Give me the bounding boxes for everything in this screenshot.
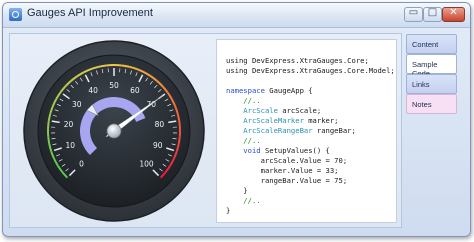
code-token: ArcScale — [226, 106, 278, 115]
sample-code-panel: using DevExpress.XtraGauges.Core; using D… — [216, 39, 397, 223]
tick-label: 60 — [130, 86, 140, 95]
code-line: namespace GaugeApp { — [226, 86, 396, 96]
code-token: SetupValues() { — [260, 146, 330, 155]
code-token: arcScale; — [277, 106, 322, 115]
tick-label: 80 — [155, 120, 165, 129]
code-token: using DevExpress.XtraGauges.Core; — [226, 56, 369, 65]
code-token: //.. — [226, 96, 261, 105]
minimize-button[interactable]: ▭ — [404, 7, 423, 22]
tick-label: 90 — [153, 141, 163, 150]
tick-label: 0 — [79, 160, 84, 169]
content-area: 0102030405060708090100 using DevExpress.… — [9, 33, 402, 228]
app-icon — [9, 8, 22, 21]
tick-label: 40 — [88, 86, 98, 95]
minor-tick — [172, 138, 177, 140]
code-line: //.. — [226, 136, 396, 146]
close-icon: ✕ — [449, 7, 458, 18]
code-token: } — [226, 186, 248, 195]
code-line: } — [226, 186, 396, 196]
circular-gauge: 0102030405060708090100 — [23, 40, 205, 222]
gauge-hub — [106, 123, 122, 139]
code-token: using DevExpress.XtraGauges.Core.Model; — [226, 66, 395, 75]
color-arc-segment — [178, 120, 181, 129]
code-line: void SetupValues() { — [226, 146, 396, 156]
minimize-icon: ▭ — [408, 7, 419, 18]
code-token: ArcScaleMarker — [226, 116, 304, 125]
code-token: rangeBar; — [312, 126, 356, 135]
tick-label: 50 — [109, 81, 119, 90]
title-bar[interactable]: Gauges API Improvement ▭ □ ✕ — [3, 3, 470, 28]
nav-item-sample-code[interactable]: Sample Code — [406, 54, 457, 78]
code-line: arcScale.Value = 70; — [226, 156, 396, 166]
nav-item-links[interactable]: Links — [406, 74, 457, 94]
code-token: //.. — [226, 196, 261, 205]
code-line: ArcScaleRangeBar rangeBar; — [226, 126, 396, 136]
code-token: marker; — [303, 116, 339, 125]
nav-item-notes[interactable]: Notes — [406, 94, 457, 114]
color-arc-segment — [47, 136, 51, 145]
tick-label: 20 — [64, 120, 74, 129]
code-token: GaugeApp { — [264, 86, 313, 95]
tick-label: 30 — [72, 100, 82, 109]
code-token: } — [226, 206, 231, 215]
app-window: Gauges API Improvement ▭ □ ✕ 0 10 20 30 … — [2, 2, 471, 237]
code-line: } — [226, 206, 396, 216]
code-token: void — [226, 146, 261, 155]
window-title: Gauges API Improvement — [27, 7, 153, 19]
code-line: ArcScaleMarker marker; — [226, 116, 396, 126]
code-token: marker.Value = 33; — [226, 166, 339, 175]
code-line: marker.Value = 33; — [226, 166, 396, 176]
color-arc-segment — [47, 120, 50, 129]
code-line: using DevExpress.XtraGauges.Core.Model; — [226, 66, 396, 76]
code-token: //.. — [226, 136, 261, 145]
code-line: using DevExpress.XtraGauges.Core; — [226, 56, 396, 66]
nav-item-content[interactable]: Content — [406, 34, 457, 54]
tick-label: 100 — [139, 160, 154, 169]
code-line: //.. — [226, 96, 396, 106]
minor-tick — [51, 138, 56, 140]
code-line: //.. — [226, 196, 396, 206]
code-token: namespace — [226, 86, 265, 95]
code-token: ArcScaleRangeBar — [226, 126, 313, 135]
tick-label: 10 — [65, 141, 75, 150]
code-token: arcScale.Value = 70; — [226, 156, 348, 165]
code-token: rangeBar.Value = 75; — [226, 176, 348, 185]
gauge-panel: 0102030405060708090100 — [19, 39, 209, 224]
close-button[interactable]: ✕ — [442, 7, 465, 22]
color-arc-segment — [177, 136, 181, 145]
code-line: rangeBar.Value = 75; — [226, 176, 396, 186]
maximize-button[interactable]: □ — [423, 7, 442, 22]
code-line: ArcScale arcScale; — [226, 106, 396, 116]
maximize-icon: □ — [427, 7, 438, 18]
